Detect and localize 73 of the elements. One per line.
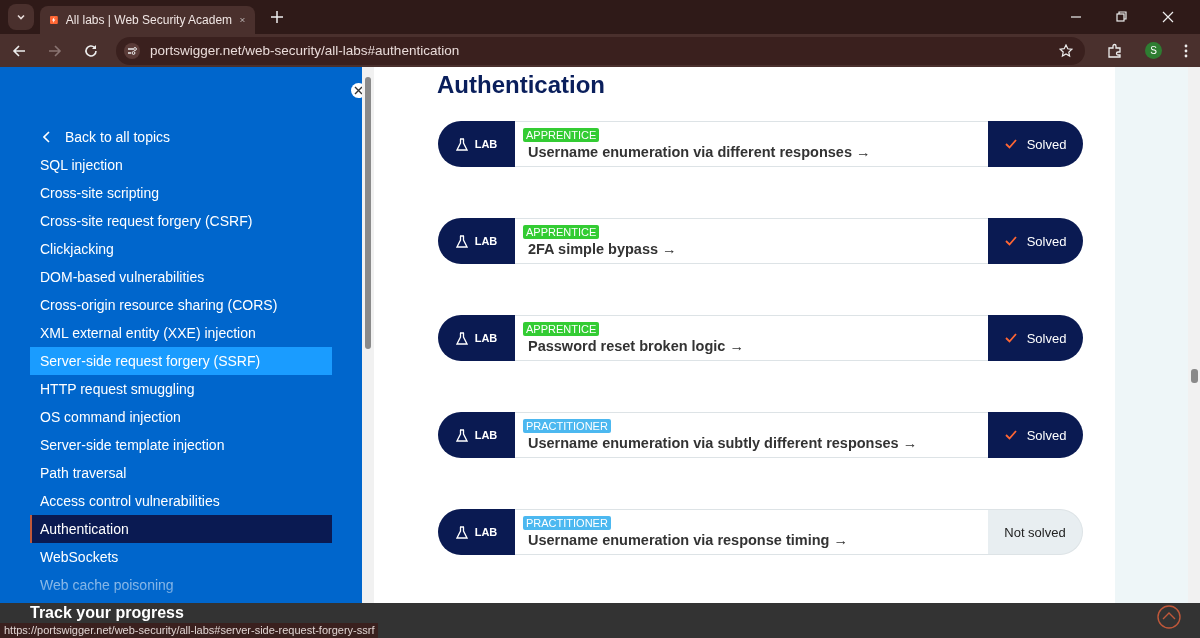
lab-card[interactable]: APPRENTICE Password reset broken logic → xyxy=(515,315,988,361)
sidebar-item[interactable]: Authentication xyxy=(30,515,332,543)
lab-status: Solved xyxy=(988,218,1083,264)
lab-status: Solved xyxy=(988,121,1083,167)
forward-arrow-icon[interactable] xyxy=(48,43,62,58)
tab-title: All labs | Web Security Academ xyxy=(65,13,233,27)
lab-status: Solved xyxy=(988,412,1083,458)
checkmark-icon xyxy=(1004,236,1017,246)
scrollbar[interactable] xyxy=(1188,67,1200,603)
star-icon[interactable] xyxy=(1059,43,1073,58)
back-arrow-icon[interactable] xyxy=(12,43,26,58)
checkmark-icon xyxy=(1004,430,1017,440)
address-bar[interactable]: portswigger.net/web-security/all-labs#authentication xyxy=(116,36,1085,65)
lab-tag: LAB xyxy=(438,509,515,555)
checkmark-icon xyxy=(1004,333,1017,343)
section-heading: Authentication xyxy=(437,70,606,100)
difficulty-badge: PRACTITIONER xyxy=(523,419,611,433)
lab-tag: LAB xyxy=(438,412,515,458)
browser-tab[interactable]: All labs | Web Security Academ xyxy=(40,6,255,34)
close-icon xyxy=(354,86,362,95)
sidebar-item[interactable]: WebSockets xyxy=(30,543,332,571)
back-link[interactable]: Back to all topics xyxy=(30,122,332,151)
sidebar-item[interactable]: Cross-site request forgery (CSRF) xyxy=(30,207,332,235)
flask-icon xyxy=(455,137,468,151)
restore-icon[interactable] xyxy=(1116,11,1128,23)
site-settings-icon[interactable] xyxy=(124,42,140,59)
sidebar-item[interactable]: Clickjacking xyxy=(30,235,332,263)
sidebar-item[interactable]: Access control vulnerabilities xyxy=(30,487,332,515)
sidebar-item[interactable]: Server-side template injection xyxy=(30,431,332,459)
lab-card[interactable]: APPRENTICE Username enumeration via different responses → xyxy=(515,121,988,167)
checkmark-icon xyxy=(1004,139,1017,149)
progress-title: Track your progress xyxy=(30,604,184,622)
sidebar-item[interactable]: Cross-site scripting xyxy=(30,179,332,207)
scroll-up-icon[interactable] xyxy=(1157,605,1181,629)
lab-status: Not solved xyxy=(988,509,1083,555)
sidebar-item[interactable]: Path traversal xyxy=(30,459,332,487)
flask-icon xyxy=(455,428,468,442)
lab-link[interactable]: Username enumeration via subtly different responses → xyxy=(523,435,988,451)
new-tab-icon[interactable] xyxy=(271,11,283,23)
status-url: https://portswigger.net/web-security/all-labs#server-side-request-forgery-ssrf xyxy=(0,623,379,638)
lab-tag: LAB xyxy=(438,315,515,361)
lab-card[interactable]: PRACTITIONER Username enumeration via response timing → xyxy=(515,509,988,555)
difficulty-badge: APPRENTICE xyxy=(523,225,600,239)
difficulty-badge: APPRENTICE xyxy=(523,322,600,336)
flask-icon xyxy=(455,331,468,345)
menu-icon[interactable] xyxy=(1184,43,1188,58)
lab-status: Solved xyxy=(988,315,1083,361)
chevron-left-icon xyxy=(43,130,51,143)
sidebar-item[interactable]: Server-side request forgery (SSRF) xyxy=(30,347,332,375)
lab-link[interactable]: Username enumeration via different responses → xyxy=(523,144,988,160)
difficulty-badge: PRACTITIONER xyxy=(523,516,611,530)
lab-link[interactable]: 2FA simple bypass → xyxy=(523,241,988,257)
sidebar-item[interactable]: XML external entity (XXE) injection xyxy=(30,319,332,347)
tab-list-button[interactable] xyxy=(8,4,34,30)
puzzle-icon[interactable] xyxy=(1107,42,1123,59)
flask-icon xyxy=(455,525,468,539)
difficulty-badge: APPRENTICE xyxy=(523,128,600,142)
close-icon[interactable] xyxy=(1162,11,1174,23)
sidebar-item[interactable]: HTTP request smuggling xyxy=(30,375,332,403)
lab-tag: LAB xyxy=(438,121,515,167)
lab-card[interactable]: APPRENTICE 2FA simple bypass → xyxy=(515,218,988,264)
lab-link[interactable]: Username enumeration via response timing → xyxy=(523,532,988,548)
scrollbar[interactable] xyxy=(362,67,374,603)
lab-tag: LAB xyxy=(438,218,515,264)
sidebar-item[interactable]: SQL injection xyxy=(30,151,332,179)
sidebar-item[interactable]: Cross-origin resource sharing (CORS) xyxy=(30,291,332,319)
reload-icon[interactable] xyxy=(84,43,98,58)
sidebar-item[interactable]: OS command injection xyxy=(30,403,332,431)
lab-link[interactable]: Password reset broken logic → xyxy=(523,338,988,354)
profile-avatar[interactable]: S xyxy=(1145,42,1162,59)
flask-icon xyxy=(455,234,468,248)
sidebar-item[interactable]: DOM-based vulnerabilities xyxy=(30,263,332,291)
lab-card[interactable]: PRACTITIONER Username enumeration via subtly different responses → xyxy=(515,412,988,458)
